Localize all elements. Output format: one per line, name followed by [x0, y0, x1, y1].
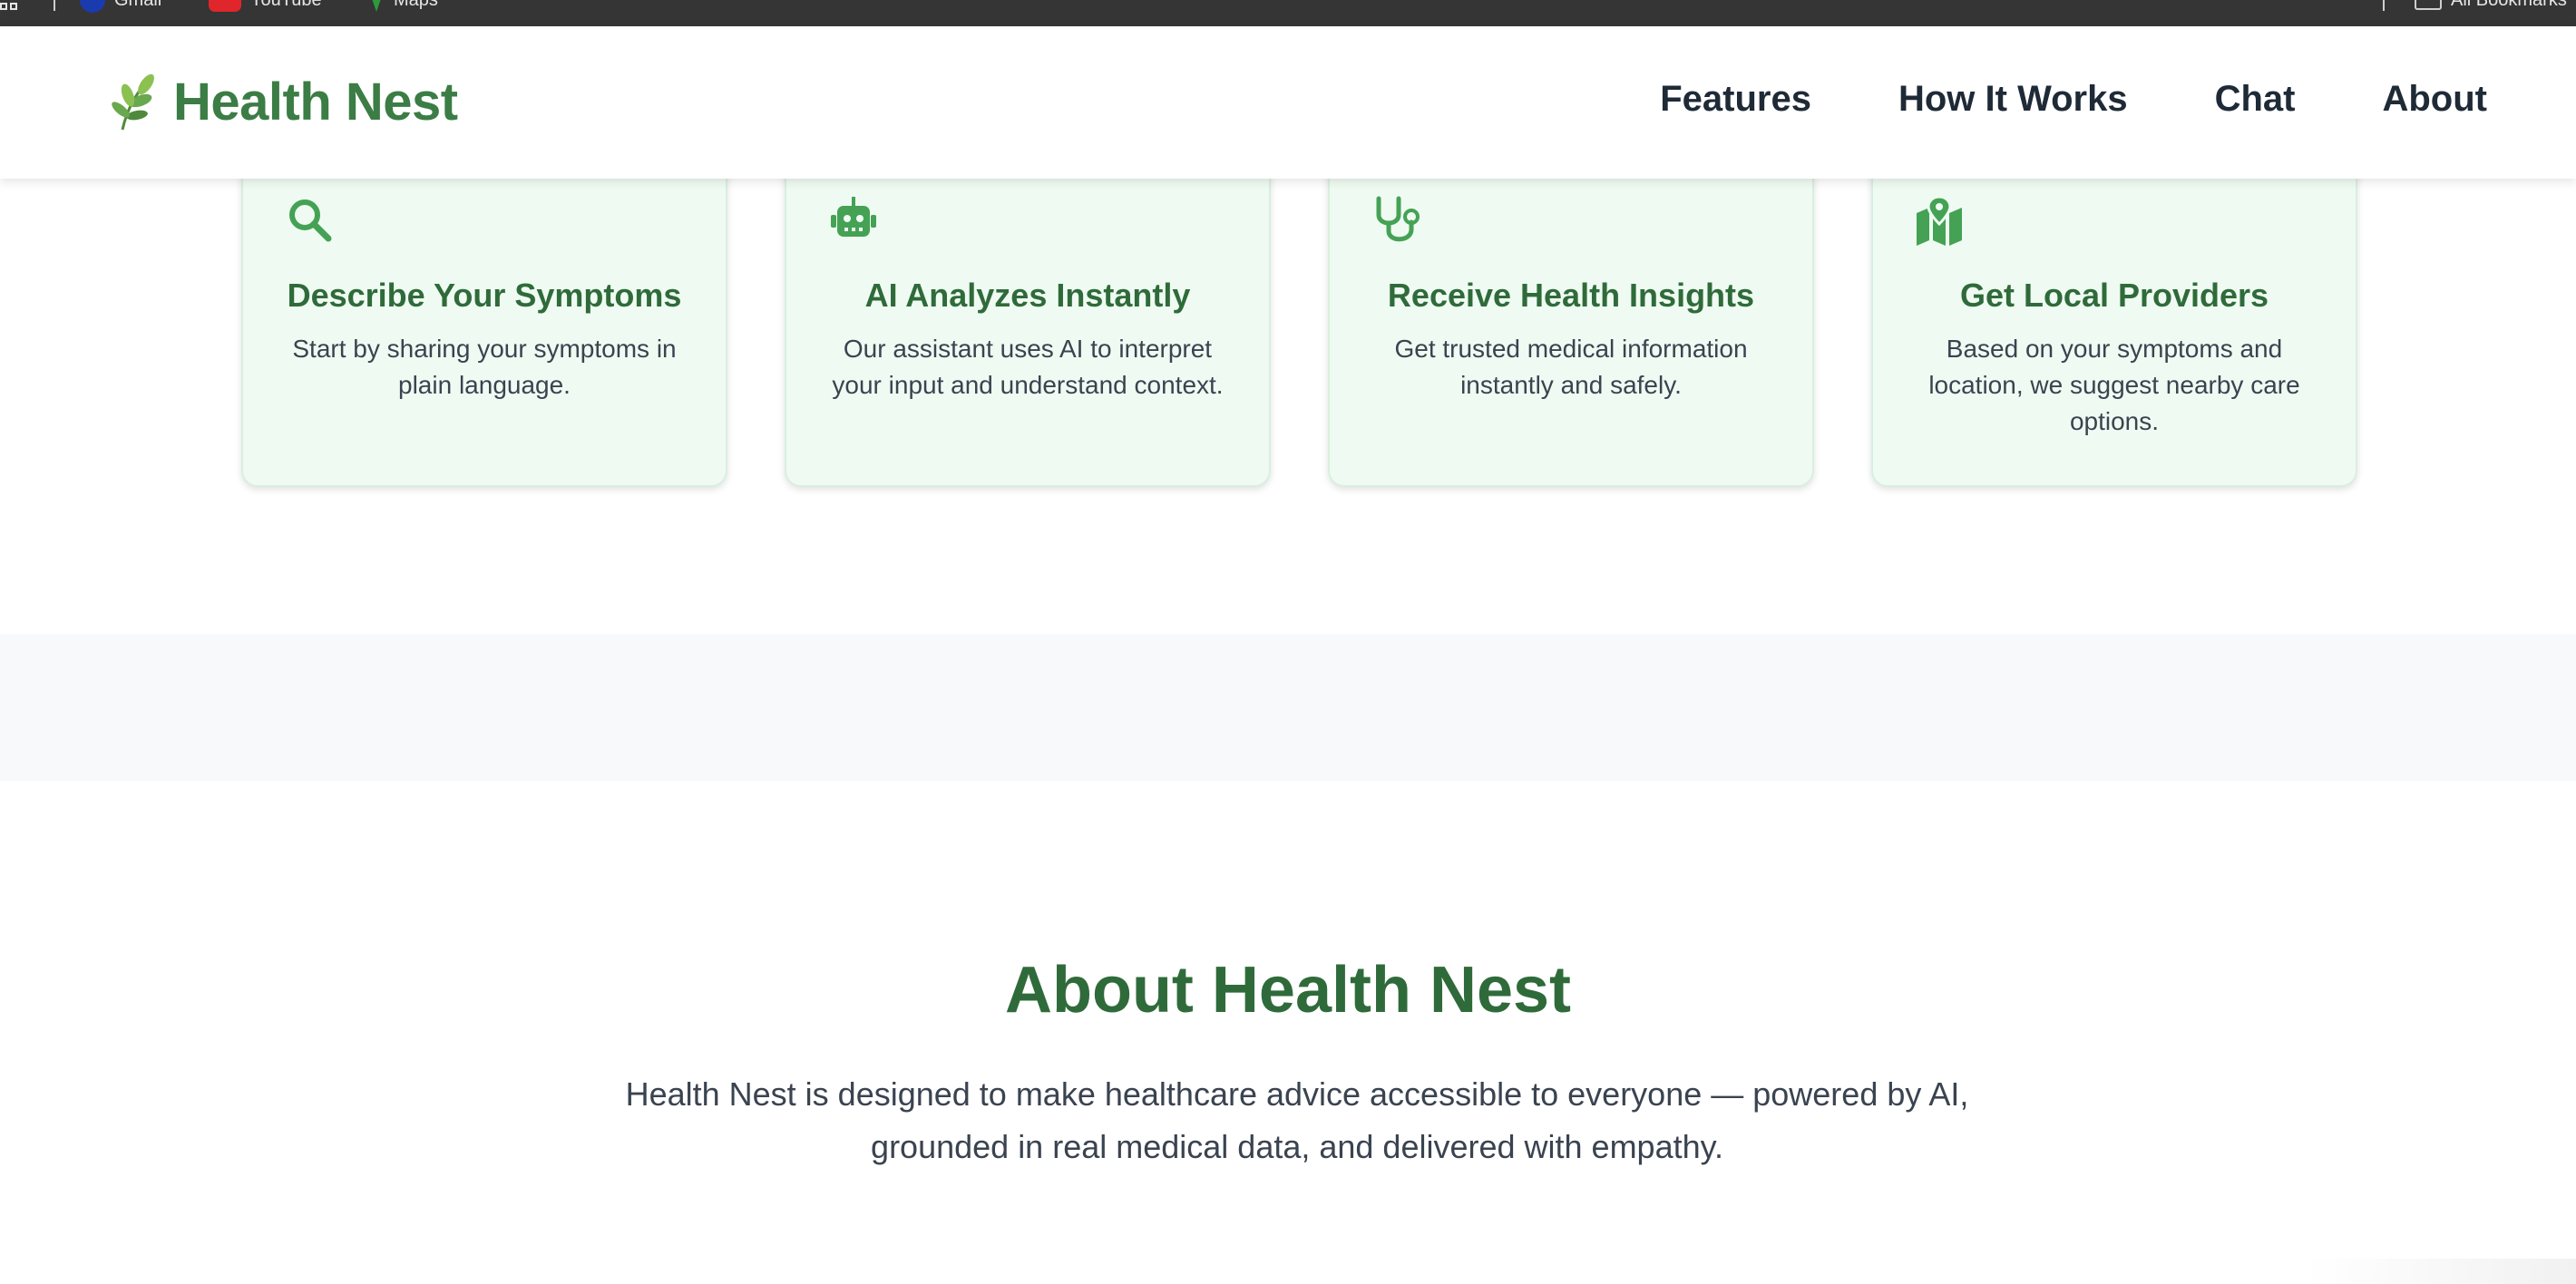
- bookmark-youtube[interactable]: YouTube: [209, 0, 322, 12]
- section-divider-band: [0, 634, 2576, 781]
- nav-how-it-works[interactable]: How It Works: [1898, 79, 2128, 120]
- all-bookmarks-button[interactable]: All Bookmarks: [2415, 0, 2567, 11]
- stethoscope-icon: [1371, 195, 1422, 246]
- how-it-works-section: Describe Your Symptoms Start by sharing …: [9, 142, 2576, 634]
- nav-about[interactable]: About: [2382, 79, 2487, 120]
- step-card: Receive Health Insights Get trusted medi…: [1328, 142, 1814, 487]
- all-bookmarks-label: All Bookmarks: [2451, 0, 2567, 11]
- step-description: Based on your symptoms and location, we …: [1928, 335, 2300, 435]
- map-location-icon: [1915, 195, 1966, 246]
- step-title: Get Local Providers: [1959, 277, 2269, 314]
- about-section: About Health Nest Health Nest is designe…: [0, 781, 2576, 1284]
- gmail-icon: [80, 0, 105, 13]
- main-nav: Features How It Works Chat About: [1660, 79, 2487, 120]
- about-title: About Health Nest: [1004, 954, 1572, 1026]
- bookmark-label: Gmail: [114, 0, 161, 11]
- nav-chat[interactable]: Chat: [2215, 79, 2296, 120]
- bookmark-label: Maps: [394, 0, 438, 11]
- step-description: Start by sharing your symptoms in plain …: [292, 335, 677, 399]
- window-corner-shadow: [2304, 1259, 2576, 1284]
- step-title: AI Analyzes Instantly: [864, 277, 1191, 314]
- maps-icon: [368, 0, 385, 12]
- search-icon: [285, 195, 336, 246]
- about-description: Health Nest is designed to make healthca…: [625, 1075, 1969, 1165]
- step-description: Get trusted medical information instantl…: [1394, 335, 1748, 399]
- browser-bookmarks-bar: Gmail YouTube Maps All Bookmarks: [0, 0, 2576, 26]
- site-header: Health Nest Features How It Works Chat A…: [0, 26, 2576, 179]
- bookmark-maps[interactable]: Maps: [368, 0, 438, 12]
- step-card: Describe Your Symptoms Start by sharing …: [241, 142, 727, 487]
- bookmarks-divider: [2383, 0, 2385, 11]
- youtube-icon: [209, 0, 241, 12]
- step-card: AI Analyzes Instantly Our assistant uses…: [785, 142, 1271, 487]
- leaf-sprig-icon: [110, 73, 162, 131]
- logo-text: Health Nest: [173, 73, 458, 131]
- bookmarks-divider: [54, 0, 55, 11]
- folder-icon: [2415, 0, 2442, 10]
- bookmark-gmail[interactable]: Gmail: [80, 0, 161, 13]
- step-title: Describe Your Symptoms: [287, 277, 682, 314]
- apps-grid-icon[interactable]: [0, 0, 18, 10]
- logo[interactable]: Health Nest: [110, 72, 458, 132]
- step-title: Receive Health Insights: [1387, 277, 1755, 314]
- robot-icon: [828, 195, 879, 246]
- bookmark-label: YouTube: [250, 0, 322, 11]
- nav-features[interactable]: Features: [1660, 79, 1811, 120]
- step-card: Get Local Providers Based on your sympto…: [1871, 142, 2357, 487]
- step-description: Our assistant uses AI to interpret your …: [832, 335, 1224, 399]
